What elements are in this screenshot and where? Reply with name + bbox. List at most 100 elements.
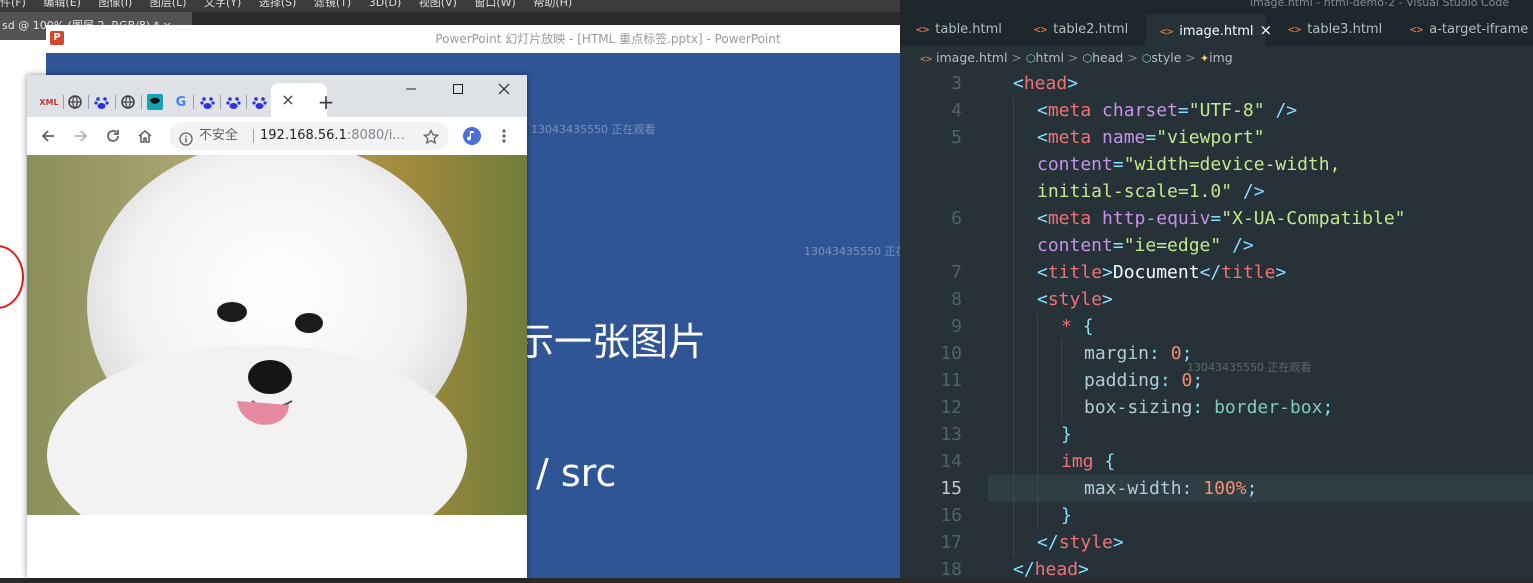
code-token: name	[1102, 127, 1146, 148]
minimize-icon[interactable]	[401, 79, 421, 99]
ps-menu-image[interactable]: 图像(I)	[98, 0, 132, 9]
line-number: 7	[951, 262, 962, 283]
tab-mask-icon[interactable]	[145, 92, 165, 112]
tab-google-icon[interactable]: G	[171, 92, 191, 112]
tab-baidu-icon[interactable]	[91, 92, 111, 112]
powerpoint-title: PowerPoint 幻灯片放映 - [HTML 重点标签.pptx] - Po…	[435, 32, 781, 46]
extension-music-icon[interactable]	[461, 125, 483, 147]
tab-baidu-icon[interactable]	[223, 92, 243, 112]
code-token: title	[1221, 262, 1276, 283]
code-token: "UTF-8"	[1188, 100, 1265, 121]
new-tab-icon[interactable]: +	[313, 89, 339, 115]
code-line: margin: 0;	[1084, 343, 1193, 364]
code-token: style	[1058, 532, 1113, 553]
vscode-window-title: image.html - html-demo-2 - Visual Studio…	[1250, 0, 1510, 9]
ps-menu-file[interactable]: 件(F)	[0, 0, 26, 9]
code-line: <style>	[1037, 289, 1113, 310]
omnibox[interactable]: 不安全 192.168.56.1:8080/i...	[169, 122, 449, 150]
breadcrumb-item[interactable]: head	[1092, 50, 1123, 65]
breadcrumb-item[interactable]: style	[1151, 50, 1181, 65]
chrome-tabstrip: XML G × +	[27, 75, 527, 117]
line-number: 13	[940, 424, 962, 445]
ps-menu-help[interactable]: 帮助(H)	[533, 0, 572, 9]
vscode-tab-bar: <> table.html <> table2.html <> image.html ×…	[900, 14, 1533, 46]
code-token: Document	[1112, 262, 1200, 283]
ps-menu-3d[interactable]: 3D(D)	[369, 0, 402, 9]
powerpoint-titlebar: P PowerPoint 幻灯片放映 - [HTML 重点标签.pptx] - …	[46, 25, 900, 53]
ps-menu-filter[interactable]: 滤镜(T)	[314, 0, 351, 9]
url-host: 192.168.56.1	[260, 128, 347, 143]
editor-tab-image[interactable]: <> image.html ×	[1146, 14, 1272, 46]
breadcrumb-item[interactable]: html	[1036, 50, 1064, 65]
photoshop-menubar: 件(F) 编辑(E) 图像(I) 图层(L) 文字(Y) 选择(S) 滤镜(T)…	[0, 0, 900, 12]
vscode-titlebar: image.html - html-demo-2 - Visual Studio…	[900, 0, 1533, 14]
info-icon[interactable]	[179, 129, 193, 146]
slide-text-line1: 示一张图片	[516, 320, 707, 364]
code-line: content="width=device-width,	[1037, 154, 1341, 175]
code-token: charset	[1102, 100, 1178, 121]
vscode-window: image.html - html-demo-2 - Visual Studio…	[900, 0, 1533, 580]
more-menu-icon[interactable]	[493, 125, 515, 147]
line-number-current: 15	[940, 478, 962, 499]
code-editor[interactable]: 3 4 5 6 7 8 9 10 11 12 13 14 15 16 17 18…	[900, 70, 1533, 580]
editor-watermark: 13043435550 正在观看	[1187, 361, 1312, 374]
breadcrumb-item[interactable]: img	[1209, 50, 1233, 65]
code-line: <title>Document</title>	[1037, 262, 1287, 283]
html-file-icon: <>	[920, 54, 933, 65]
html-file-icon: <>	[916, 23, 930, 36]
html-file-icon: <>	[1034, 23, 1048, 36]
red-annotation-mark	[0, 245, 24, 309]
tab-xml-icon[interactable]: XML	[39, 92, 59, 112]
code-line: padding: 0;	[1084, 370, 1204, 391]
code-token: meta	[1047, 127, 1092, 148]
tab-baidu-icon[interactable]	[197, 92, 217, 112]
code-token: "X-UA-Compatible"	[1221, 208, 1406, 229]
back-icon[interactable]	[37, 125, 59, 147]
code-line: content="ie=edge" />	[1037, 235, 1254, 256]
chrome-toolbar: 不安全 192.168.56.1:8080/i...	[27, 117, 527, 156]
editor-tab-label: image.html	[1179, 24, 1254, 39]
line-number: 8	[951, 289, 962, 310]
line-number: 12	[940, 397, 962, 418]
code-line: <meta charset="UTF-8" />	[1037, 100, 1298, 121]
tab-globe-icon[interactable]	[118, 92, 138, 112]
home-icon[interactable]	[134, 125, 156, 147]
tab-separator	[115, 95, 116, 109]
code-token: meta	[1047, 208, 1092, 229]
indent-guide	[1037, 313, 1038, 529]
tab-separator	[193, 95, 194, 109]
dog-photo	[27, 155, 527, 565]
reload-icon[interactable]	[102, 125, 124, 147]
ps-menu-window[interactable]: 窗口(W)	[474, 0, 515, 9]
code-token: "ie=edge"	[1123, 235, 1222, 256]
ps-menu-edit[interactable]: 编辑(E)	[43, 0, 81, 9]
ps-menu-layer[interactable]: 图层(L)	[150, 0, 187, 9]
ps-menu-type[interactable]: 文字(Y)	[204, 0, 241, 9]
slide-watermark-top: 13043435550 正在观看	[531, 123, 656, 136]
code-token: http-equiv	[1102, 208, 1211, 229]
code-token: "width=device-width,	[1123, 154, 1341, 175]
editor-tab-label: table.html	[935, 22, 1002, 37]
forward-icon[interactable]	[70, 125, 92, 147]
url-text[interactable]: 192.168.56.1:8080/i...	[260, 122, 405, 150]
close-window-icon[interactable]	[494, 79, 514, 99]
line-number: 18	[940, 559, 962, 580]
code-token: head	[1034, 559, 1079, 580]
bookmark-star-icon[interactable]	[422, 128, 440, 145]
editor-tab-table3[interactable]: <> table3.html	[1266, 14, 1396, 46]
maximize-icon[interactable]	[448, 79, 468, 99]
ps-menu-select[interactable]: 选择(S)	[259, 0, 297, 9]
tab-baidu-icon[interactable]	[249, 92, 269, 112]
tab-close-icon[interactable]: ×	[271, 87, 305, 113]
slide-text-line2: / src	[536, 451, 617, 495]
tab-separator	[246, 95, 247, 109]
tab-globe-icon[interactable]	[65, 92, 85, 112]
breadcrumb-item[interactable]: image.html	[936, 50, 1007, 65]
url-rest: :8080/i...	[346, 128, 405, 143]
editor-tab-table[interactable]: <> table.html	[900, 14, 1020, 46]
editor-tab-a-target-iframe[interactable]: <> a-target-iframe	[1396, 14, 1533, 46]
tab-separator	[141, 95, 142, 109]
breadcrumb-chevron-icon: >	[1127, 50, 1138, 65]
ps-menu-view[interactable]: 视图(V)	[419, 0, 457, 9]
editor-tab-table2[interactable]: <> table2.html	[1020, 14, 1146, 46]
